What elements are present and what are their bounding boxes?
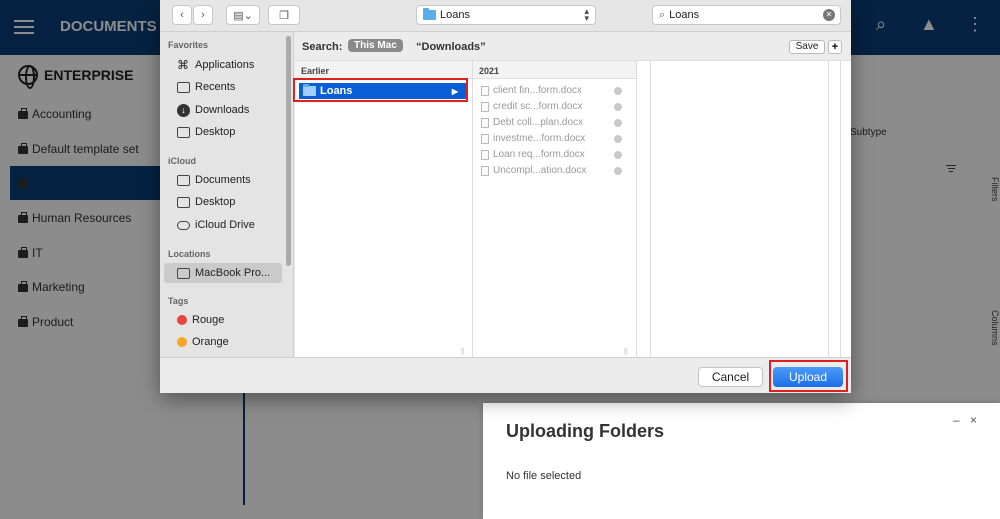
sidebar-item-desktop[interactable]: Desktop — [177, 122, 235, 142]
file-row: Debt coll...plan.docx — [481, 115, 622, 130]
file-label: credit sc...form.docx — [493, 101, 583, 112]
sidebar-item-label: Recents — [195, 81, 236, 93]
upload-button[interactable]: Upload — [773, 367, 843, 387]
file-label: Loan req...form.docx — [493, 149, 585, 160]
cancel-button[interactable]: Cancel — [698, 367, 763, 387]
favorites-header: Favorites — [168, 40, 209, 50]
new-folder-button[interactable]: ❐ — [268, 5, 300, 25]
desktop-icon — [177, 196, 190, 208]
status-dot-icon — [614, 118, 622, 127]
desktop-icon — [177, 126, 190, 138]
column-2021: 2021 client fin...form.docx credit sc...… — [461, 61, 637, 358]
upload-status: No file selected — [506, 470, 582, 482]
red-tag-icon — [177, 315, 187, 325]
sidebar-item-label: Documents — [195, 174, 251, 186]
column-empty — [637, 61, 651, 358]
sidebar-item-icloud-documents[interactable]: Documents — [177, 170, 251, 190]
forward-button[interactable]: › — [193, 5, 213, 25]
sidebar-item-macbook-pro[interactable]: MacBook Pro... — [164, 263, 282, 283]
location-label: Loans — [440, 9, 470, 21]
file-chooser-dialog: ‹ › ▤⌄ ❐ Loans ▴ ▾ ⌕ Loans ✕ Favorites ⌘ A… — [160, 0, 851, 393]
add-criteria-button[interactable]: + — [828, 40, 842, 54]
sidebar-item-recents[interactable]: Recents — [177, 77, 235, 97]
status-dot-icon — [614, 102, 622, 111]
highlight-loans — [293, 78, 468, 102]
column-earlier: Earlier Loans ▶ — [295, 61, 473, 358]
document-icon — [481, 85, 489, 96]
scope-downloads[interactable]: “Downloads” — [416, 41, 486, 53]
file-label: client fin...form.docx — [493, 85, 582, 96]
applications-icon: ⌘ — [177, 57, 189, 72]
locations-header: Locations — [168, 249, 211, 259]
file-row: Uncompl...ation.docx — [481, 163, 622, 178]
sidebar-tag-rouge[interactable]: Rouge — [177, 310, 224, 330]
file-row: investme...form.docx — [481, 131, 622, 146]
updown-chevron-icon: ▴ ▾ — [584, 6, 589, 23]
folder-icon — [423, 8, 436, 20]
document-icon — [481, 101, 489, 112]
document-icon — [481, 117, 489, 128]
search-input[interactable]: ⌕ Loans ✕ — [652, 5, 841, 25]
sidebar-item-icloud-desktop[interactable]: Desktop — [177, 192, 235, 212]
document-icon — [177, 174, 190, 186]
column-empty — [829, 61, 841, 358]
file-row: credit sc...form.docx — [481, 99, 622, 114]
search-value: Loans — [669, 9, 700, 21]
view-mode-button[interactable]: ▤⌄ — [226, 5, 260, 25]
sidebar-item-label: iCloud Drive — [195, 219, 255, 231]
search-icon: ⌕ — [659, 8, 666, 21]
tags-header: Tags — [168, 296, 189, 306]
clear-search-icon[interactable]: ✕ — [823, 9, 835, 21]
sidebar-item-icloud-drive[interactable]: iCloud Drive — [177, 215, 255, 235]
sidebar-item-label: Applications — [195, 59, 255, 71]
column-preview — [651, 61, 829, 358]
search-scope-label: Search: — [302, 41, 343, 53]
file-row: client fin...form.docx — [481, 83, 622, 98]
upload-panel-title: Uploading Folders — [506, 421, 665, 441]
sidebar-item-label: Desktop — [195, 196, 236, 208]
icloud-header: iCloud — [168, 156, 196, 166]
file-label: Debt coll...plan.docx — [493, 117, 584, 128]
column-header-2021: 2021 — [479, 66, 500, 76]
status-dot-icon — [614, 166, 622, 175]
file-label: investme...form.docx — [493, 133, 586, 144]
location-popup[interactable]: Loans ▴ ▾ — [416, 5, 596, 25]
sidebar-tag-orange[interactable]: Orange — [177, 332, 229, 352]
sidebar-item-applications[interactable]: ⌘ Applications — [177, 55, 254, 75]
status-dot-icon — [614, 134, 622, 143]
sidebar-item-label: Downloads — [195, 104, 250, 116]
dialog-toolbar: ‹ › ▤⌄ ❐ Loans ▴ ▾ ⌕ Loans ✕ — [160, 0, 851, 32]
scope-this-mac[interactable]: This Mac — [348, 39, 403, 52]
sidebar-item-downloads[interactable]: ↓ Downloads — [177, 100, 249, 120]
back-button[interactable]: ‹ — [172, 5, 192, 25]
document-icon — [481, 165, 489, 176]
recents-icon — [177, 81, 190, 93]
orange-tag-icon — [177, 337, 187, 347]
sidebar-scrollbar[interactable] — [286, 36, 291, 266]
minimize-icon[interactable]: – — [953, 413, 960, 427]
laptop-icon — [177, 267, 190, 279]
column-resize-handle[interactable]: || — [624, 348, 628, 355]
sidebar-item-label: Rouge — [192, 314, 225, 326]
column-header-earlier: Earlier — [301, 66, 330, 76]
dialog-sidebar: Favorites ⌘ Applications Recents ↓ Downloa… — [160, 32, 294, 357]
downloads-icon: ↓ — [177, 103, 190, 117]
file-row: Loan req...form.docx — [481, 147, 622, 162]
cloud-icon — [177, 220, 190, 230]
column-browser: Earlier Loans ▶ 2021 client fin...form.d… — [295, 60, 851, 358]
document-icon — [481, 133, 489, 144]
search-scope-bar: Search: This Mac “Downloads” — [295, 38, 851, 56]
close-icon[interactable]: × — [970, 413, 977, 427]
document-icon — [481, 149, 489, 160]
save-search-button[interactable]: Save — [789, 40, 825, 54]
dialog-footer: Cancel Upload — [160, 357, 851, 393]
status-dot-icon — [614, 150, 622, 159]
sidebar-item-label: Desktop — [195, 126, 236, 138]
file-label: Uncompl...ation.docx — [493, 165, 587, 176]
sidebar-item-label: MacBook Pro... — [195, 267, 271, 279]
uploading-panel: Uploading Folders No file selected – × — [483, 403, 1000, 519]
status-dot-icon — [614, 86, 622, 95]
column-resize-handle[interactable]: || — [461, 348, 465, 355]
sidebar-item-label: Orange — [192, 336, 229, 348]
